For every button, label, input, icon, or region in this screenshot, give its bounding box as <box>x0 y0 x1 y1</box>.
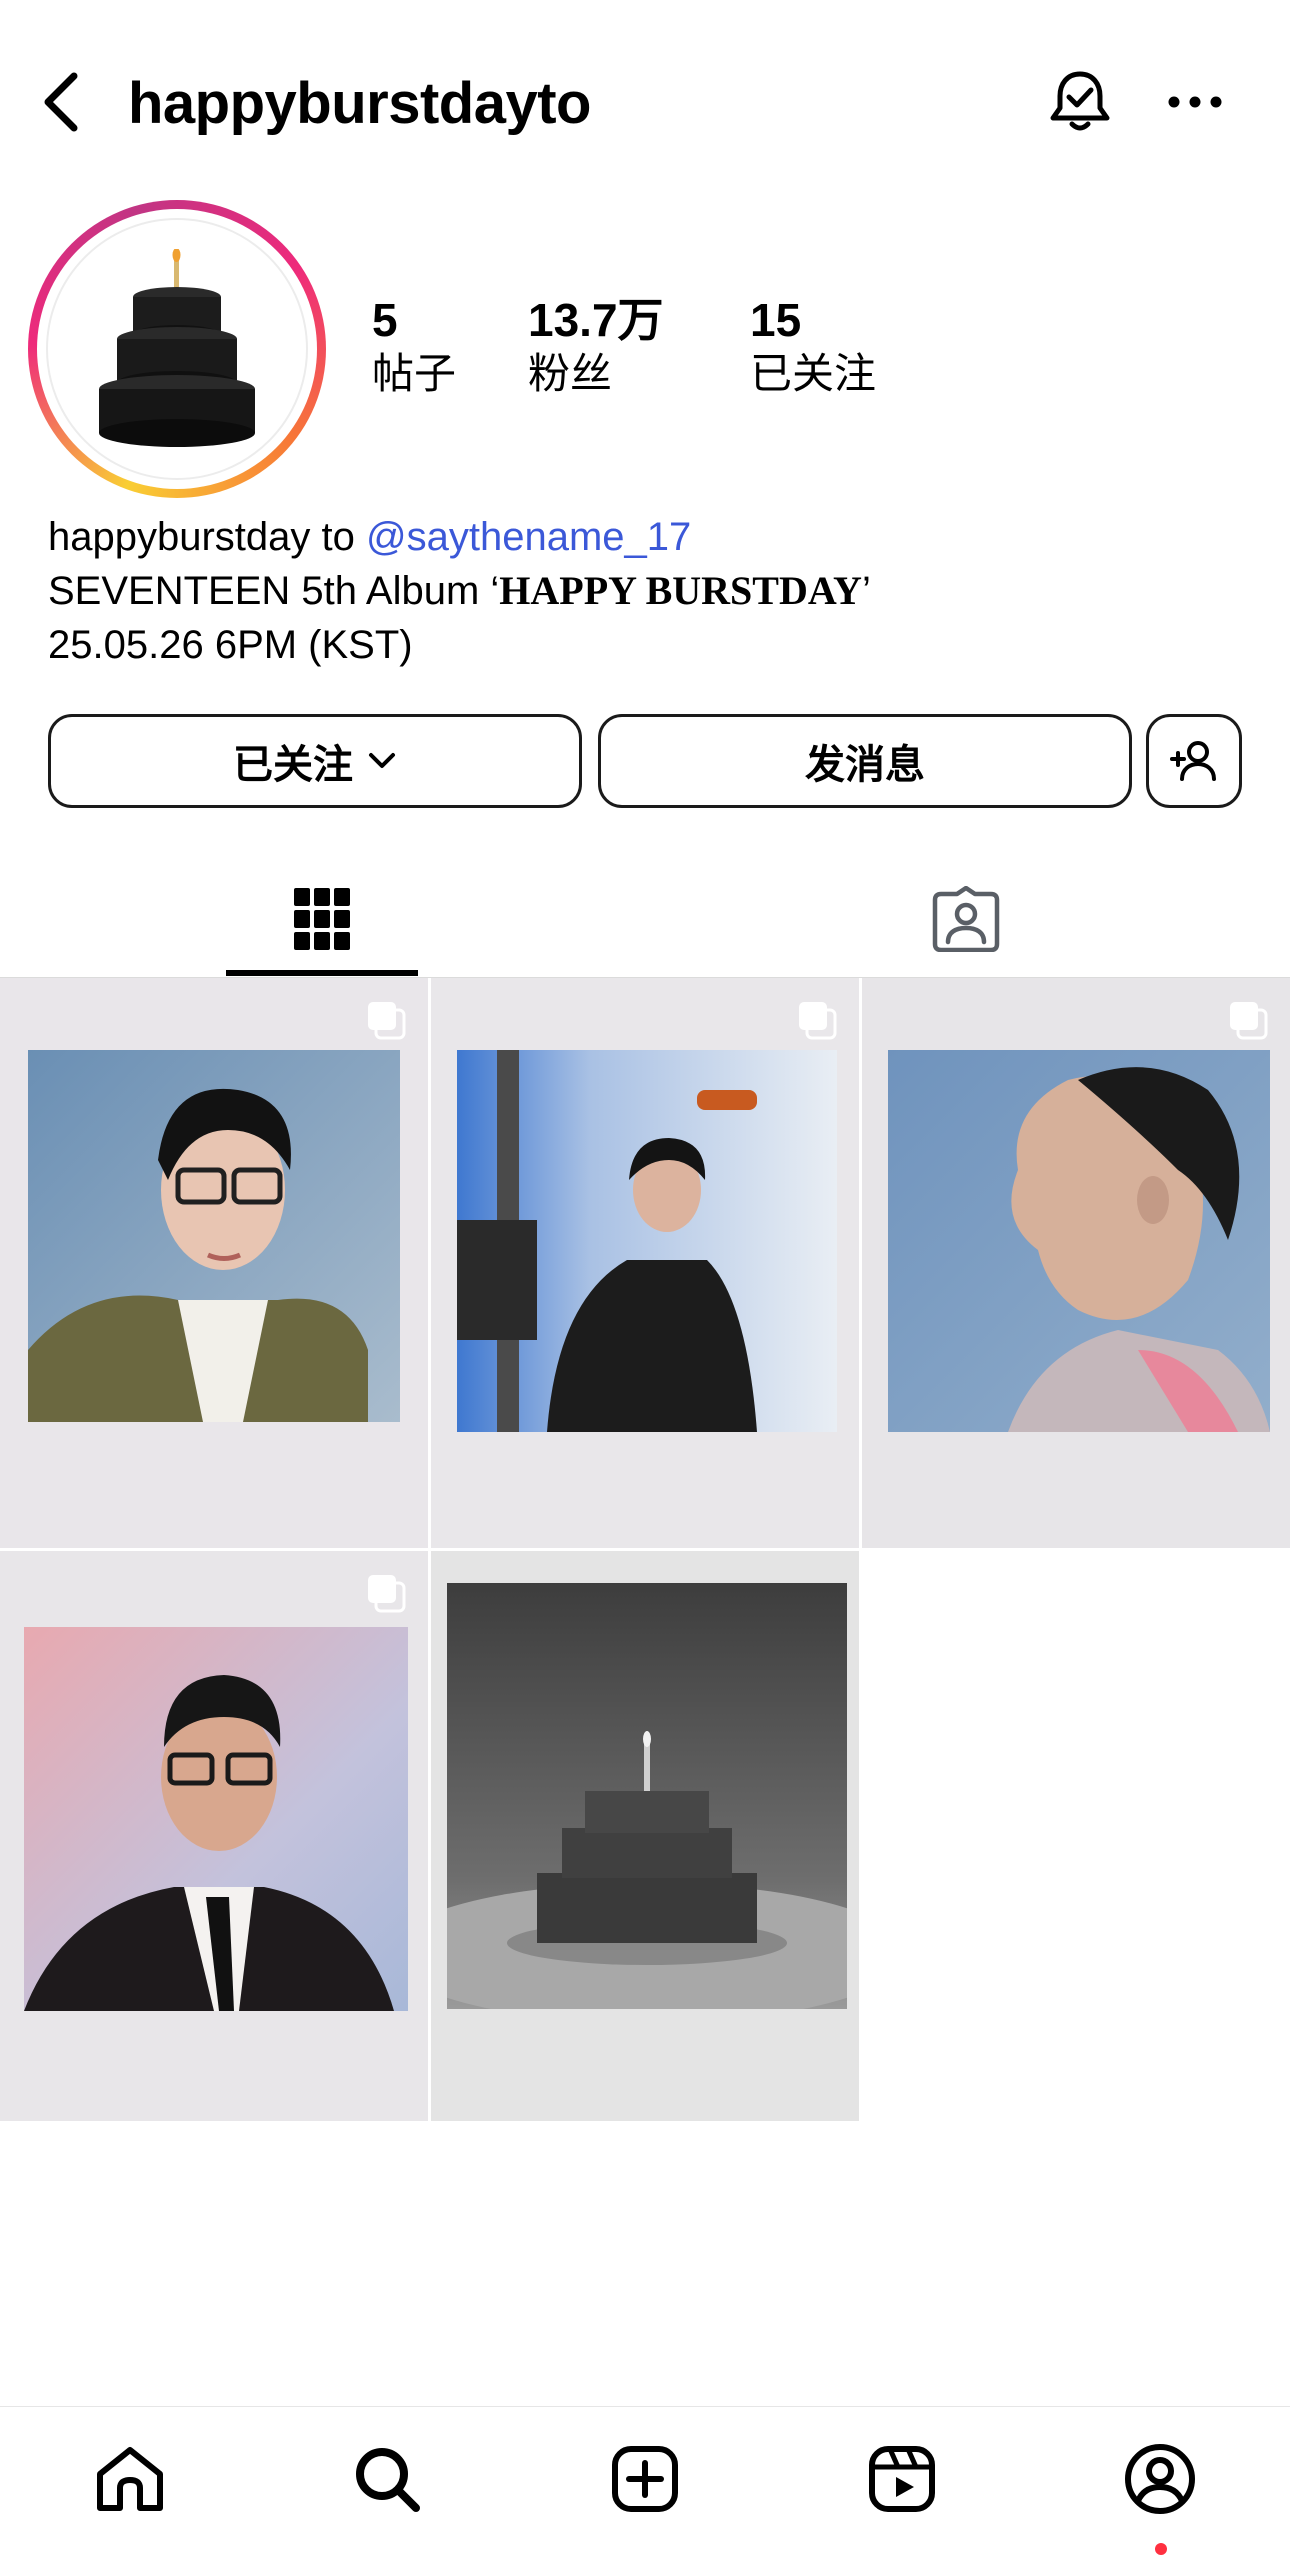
bio-text: happyburstday to <box>48 515 366 559</box>
notifications-button[interactable] <box>1040 62 1120 142</box>
search-icon <box>356 2448 420 2512</box>
notification-dot <box>1155 2543 1167 2555</box>
posts-count: 5 帖子 <box>372 292 456 400</box>
nav-reels[interactable] <box>852 2429 952 2529</box>
bio-text: SEVENTEEN 5th Album ‘ <box>48 569 500 613</box>
following-count-value: 15 <box>750 294 802 346</box>
plus-square-icon <box>612 2446 678 2512</box>
post-thumbnail-3[interactable] <box>862 978 1290 1548</box>
page-title: happyburstdayto <box>128 71 592 136</box>
bio-text: ’ <box>861 569 871 613</box>
followers-count-label: 粉丝 <box>528 350 613 397</box>
reels-icon <box>869 2446 935 2512</box>
post-thumbnail-1[interactable] <box>0 978 428 1548</box>
multiple-photos-icon <box>799 1002 837 1040</box>
nav-profile[interactable] <box>1110 2429 1210 2529</box>
grid-icon <box>294 888 350 950</box>
bell-check-icon <box>1050 71 1110 131</box>
profile-header: happyburstdayto <box>0 0 1290 200</box>
bio-line-3: 25.05.26 6PM (KST) <box>48 623 413 667</box>
followers-count[interactable]: 13.7万 粉丝 <box>528 292 664 400</box>
avatar <box>46 218 308 480</box>
followers-count-value: 13.7万 <box>528 294 664 346</box>
tab-tagged[interactable] <box>870 860 1062 978</box>
add-person-icon <box>1170 741 1216 781</box>
more-horizontal-icon <box>1168 96 1222 108</box>
active-tab-indicator <box>226 970 418 976</box>
tab-posts-grid[interactable] <box>226 860 418 978</box>
story-ring[interactable] <box>28 200 326 498</box>
tagged-person-icon <box>932 886 1000 952</box>
post-photo <box>28 1050 400 1422</box>
back-button[interactable] <box>30 62 90 142</box>
home-icon <box>97 2447 163 2511</box>
post-photo <box>24 1627 408 2011</box>
posts-count-label: 帖子 <box>372 350 457 397</box>
profile-icon <box>1125 2444 1195 2514</box>
multiple-photos-icon <box>368 1002 406 1040</box>
post-photo <box>447 1583 847 2009</box>
more-options-button[interactable] <box>1155 62 1235 142</box>
nav-search[interactable] <box>337 2429 437 2529</box>
post-thumbnail-4[interactable] <box>0 1551 428 2121</box>
message-button[interactable]: 发消息 <box>598 714 1132 808</box>
nav-create[interactable] <box>595 2429 695 2529</box>
post-photo <box>888 1050 1270 1432</box>
bio-line-1: happyburstday to @saythename_17 <box>48 510 871 564</box>
profile-tabs <box>0 860 1290 978</box>
bottom-navigation <box>0 2406 1290 2570</box>
suggested-accounts-button[interactable] <box>1146 714 1242 808</box>
following-button[interactable]: 已关注 <box>48 714 582 808</box>
posts-count-value: 5 <box>372 294 398 346</box>
post-thumbnail-5[interactable] <box>431 1551 859 2121</box>
multiple-photos-icon <box>368 1575 406 1613</box>
bio-album-title: HAPPY BURSTDAY <box>499 568 862 613</box>
cake-avatar-image <box>99 249 255 447</box>
post-thumbnail-2[interactable] <box>431 978 859 1548</box>
following-button-label: 已关注 <box>233 743 353 787</box>
following-count-label: 已关注 <box>750 350 877 397</box>
profile-bio: happyburstday to @saythename_17 SEVENTEE… <box>48 510 871 672</box>
multiple-photos-icon <box>1230 1002 1268 1040</box>
bio-line-2: SEVENTEEN 5th Album ‘HAPPY BURSTDAY’ <box>48 564 871 618</box>
post-photo <box>457 1050 837 1432</box>
chevron-down-icon <box>367 751 397 771</box>
message-button-label: 发消息 <box>805 743 925 787</box>
chevron-left-icon <box>44 72 78 132</box>
nav-home[interactable] <box>80 2429 180 2529</box>
bio-mention-link[interactable]: @saythename_17 <box>366 515 691 559</box>
following-count[interactable]: 15 已关注 <box>750 292 876 400</box>
